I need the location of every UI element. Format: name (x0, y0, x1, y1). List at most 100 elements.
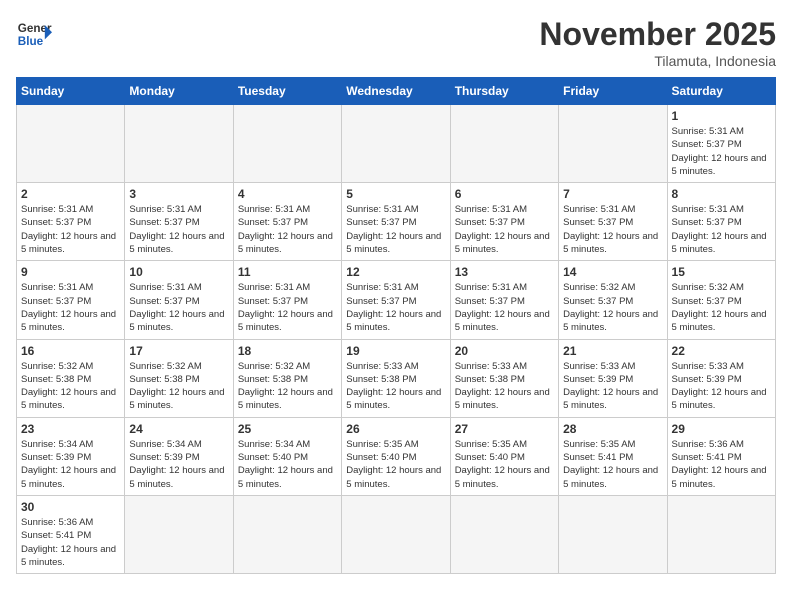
calendar-cell: 23Sunrise: 5:34 AMSunset: 5:39 PMDayligh… (17, 417, 125, 495)
weekday-header-friday: Friday (559, 78, 667, 105)
calendar-cell: 1Sunrise: 5:31 AMSunset: 5:37 PMDaylight… (667, 105, 775, 183)
day-info: Sunrise: 5:33 AMSunset: 5:38 PMDaylight:… (455, 360, 554, 413)
day-number: 20 (455, 344, 554, 358)
day-info: Sunrise: 5:36 AMSunset: 5:41 PMDaylight:… (21, 516, 120, 569)
calendar-cell: 16 Sunrise: 5:32 AMSunset: 5:38 PMDayligh… (17, 339, 125, 417)
calendar-cell: 24 Sunrise: 5:34 AMSunset: 5:39 PMDayligh… (125, 417, 233, 495)
day-number: 10 (129, 265, 228, 279)
page-header: General Blue November 2025 Tilamuta, Ind… (16, 16, 776, 69)
weekday-header-wednesday: Wednesday (342, 78, 450, 105)
day-number: 9 (21, 265, 120, 279)
day-info: Sunrise: 5:35 AMSunset: 5:40 PMDaylight:… (346, 438, 445, 491)
calendar-cell (667, 495, 775, 573)
day-info: Sunrise: 5:31 AMSunset: 5:37 PMDaylight:… (455, 203, 554, 256)
calendar-cell (233, 495, 341, 573)
day-number: 15 (672, 265, 771, 279)
calendar-cell (233, 105, 341, 183)
weekday-header-monday: Monday (125, 78, 233, 105)
day-info: Sunrise: 5:31 AMSunset: 5:37 PMDaylight:… (238, 281, 337, 334)
calendar-cell (125, 495, 233, 573)
calendar-cell: 19 Sunrise: 5:33 AMSunset: 5:38 PMDayligh… (342, 339, 450, 417)
calendar-table: SundayMondayTuesdayWednesdayThursdayFrid… (16, 77, 776, 574)
weekday-header-saturday: Saturday (667, 78, 775, 105)
day-info: Sunrise: 5:31 AMSunset: 5:37 PMDaylight:… (346, 203, 445, 256)
calendar-cell (450, 105, 558, 183)
calendar-cell: 10 Sunrise: 5:31 AMSunset: 5:37 PMDayligh… (125, 261, 233, 339)
day-number: 26 (346, 422, 445, 436)
calendar-cell: 26 Sunrise: 5:35 AMSunset: 5:40 PMDayligh… (342, 417, 450, 495)
day-info: Sunrise: 5:31 AMSunset: 5:37 PMDaylight:… (672, 125, 771, 178)
day-info: Sunrise: 5:33 AMSunset: 5:39 PMDaylight:… (563, 360, 662, 413)
day-info: Sunrise: 5:33 AMSunset: 5:38 PMDaylight:… (346, 360, 445, 413)
calendar-cell: 13Sunrise: 5:31 AMSunset: 5:37 PMDayligh… (450, 261, 558, 339)
calendar-cell: 7Sunrise: 5:31 AMSunset: 5:37 PMDaylight… (559, 183, 667, 261)
day-info: Sunrise: 5:32 AMSunset: 5:38 PMDaylight:… (21, 360, 120, 413)
logo: General Blue (16, 16, 52, 52)
calendar-cell: 12 Sunrise: 5:31 AMSunset: 5:37 PMDayligh… (342, 261, 450, 339)
day-number: 27 (455, 422, 554, 436)
calendar-cell: 11 Sunrise: 5:31 AMSunset: 5:37 PMDayligh… (233, 261, 341, 339)
calendar-cell: 18Sunrise: 5:32 AMSunset: 5:38 PMDayligh… (233, 339, 341, 417)
day-info: Sunrise: 5:32 AMSunset: 5:38 PMDaylight:… (129, 360, 228, 413)
day-number: 6 (455, 187, 554, 201)
day-number: 7 (563, 187, 662, 201)
calendar-cell: 27 Sunrise: 5:35 AMSunset: 5:40 PMDayligh… (450, 417, 558, 495)
day-info: Sunrise: 5:33 AMSunset: 5:39 PMDaylight:… (672, 360, 771, 413)
day-info: Sunrise: 5:31 AMSunset: 5:37 PMDaylight:… (238, 203, 337, 256)
location: Tilamuta, Indonesia (539, 53, 776, 69)
day-number: 2 (21, 187, 120, 201)
calendar-cell (342, 495, 450, 573)
day-info: Sunrise: 5:31 AMSunset: 5:37 PMDaylight:… (129, 281, 228, 334)
calendar-cell: 20 Sunrise: 5:33 AMSunset: 5:38 PMDayligh… (450, 339, 558, 417)
calendar-cell: 5Sunrise: 5:31 AMSunset: 5:37 PMDaylight… (342, 183, 450, 261)
day-info: Sunrise: 5:36 AMSunset: 5:41 PMDaylight:… (672, 438, 771, 491)
day-number: 30 (21, 500, 120, 514)
week-row-2: 2 Sunrise: 5:31 AMSunset: 5:37 PMDaylight… (17, 183, 776, 261)
calendar-cell (17, 105, 125, 183)
calendar-cell: 22 Sunrise: 5:33 AMSunset: 5:39 PMDayligh… (667, 339, 775, 417)
calendar-cell: 29 Sunrise: 5:36 AMSunset: 5:41 PMDayligh… (667, 417, 775, 495)
day-number: 24 (129, 422, 228, 436)
day-number: 11 (238, 265, 337, 279)
title-block: November 2025 Tilamuta, Indonesia (539, 16, 776, 69)
calendar-cell: 15 Sunrise: 5:32 AMSunset: 5:37 PMDayligh… (667, 261, 775, 339)
day-info: Sunrise: 5:31 AMSunset: 5:37 PMDaylight:… (129, 203, 228, 256)
calendar-cell (559, 495, 667, 573)
day-number: 28 (563, 422, 662, 436)
calendar-cell (125, 105, 233, 183)
calendar-cell: 30 Sunrise: 5:36 AMSunset: 5:41 PMDayligh… (17, 495, 125, 573)
day-number: 23 (21, 422, 120, 436)
day-info: Sunrise: 5:32 AMSunset: 5:38 PMDaylight:… (238, 360, 337, 413)
day-info: Sunrise: 5:34 AMSunset: 5:39 PMDaylight:… (129, 438, 228, 491)
week-row-6: 30 Sunrise: 5:36 AMSunset: 5:41 PMDayligh… (17, 495, 776, 573)
day-info: Sunrise: 5:31 AMSunset: 5:37 PMDaylight:… (21, 281, 120, 334)
calendar-cell: 17Sunrise: 5:32 AMSunset: 5:38 PMDayligh… (125, 339, 233, 417)
day-number: 16 (21, 344, 120, 358)
day-number: 19 (346, 344, 445, 358)
day-number: 8 (672, 187, 771, 201)
day-number: 22 (672, 344, 771, 358)
day-number: 12 (346, 265, 445, 279)
weekday-header-tuesday: Tuesday (233, 78, 341, 105)
day-number: 21 (563, 344, 662, 358)
day-number: 14 (563, 265, 662, 279)
day-info: Sunrise: 5:31 AMSunset: 5:37 PMDaylight:… (672, 203, 771, 256)
week-row-1: 1Sunrise: 5:31 AMSunset: 5:37 PMDaylight… (17, 105, 776, 183)
calendar-cell (450, 495, 558, 573)
calendar-cell (342, 105, 450, 183)
day-info: Sunrise: 5:31 AMSunset: 5:37 PMDaylight:… (346, 281, 445, 334)
logo-icon: General Blue (16, 16, 52, 52)
day-info: Sunrise: 5:35 AMSunset: 5:40 PMDaylight:… (455, 438, 554, 491)
weekday-header-sunday: Sunday (17, 78, 125, 105)
day-info: Sunrise: 5:34 AMSunset: 5:40 PMDaylight:… (238, 438, 337, 491)
calendar-cell: 2 Sunrise: 5:31 AMSunset: 5:37 PMDaylight… (17, 183, 125, 261)
calendar-cell (559, 105, 667, 183)
calendar-cell: 6 Sunrise: 5:31 AMSunset: 5:37 PMDaylight… (450, 183, 558, 261)
calendar-cell: 14Sunrise: 5:32 AMSunset: 5:37 PMDayligh… (559, 261, 667, 339)
day-number: 29 (672, 422, 771, 436)
calendar-cell: 3Sunrise: 5:31 AMSunset: 5:37 PMDaylight… (125, 183, 233, 261)
day-number: 13 (455, 265, 554, 279)
day-info: Sunrise: 5:32 AMSunset: 5:37 PMDaylight:… (672, 281, 771, 334)
day-info: Sunrise: 5:31 AMSunset: 5:37 PMDaylight:… (21, 203, 120, 256)
day-number: 25 (238, 422, 337, 436)
